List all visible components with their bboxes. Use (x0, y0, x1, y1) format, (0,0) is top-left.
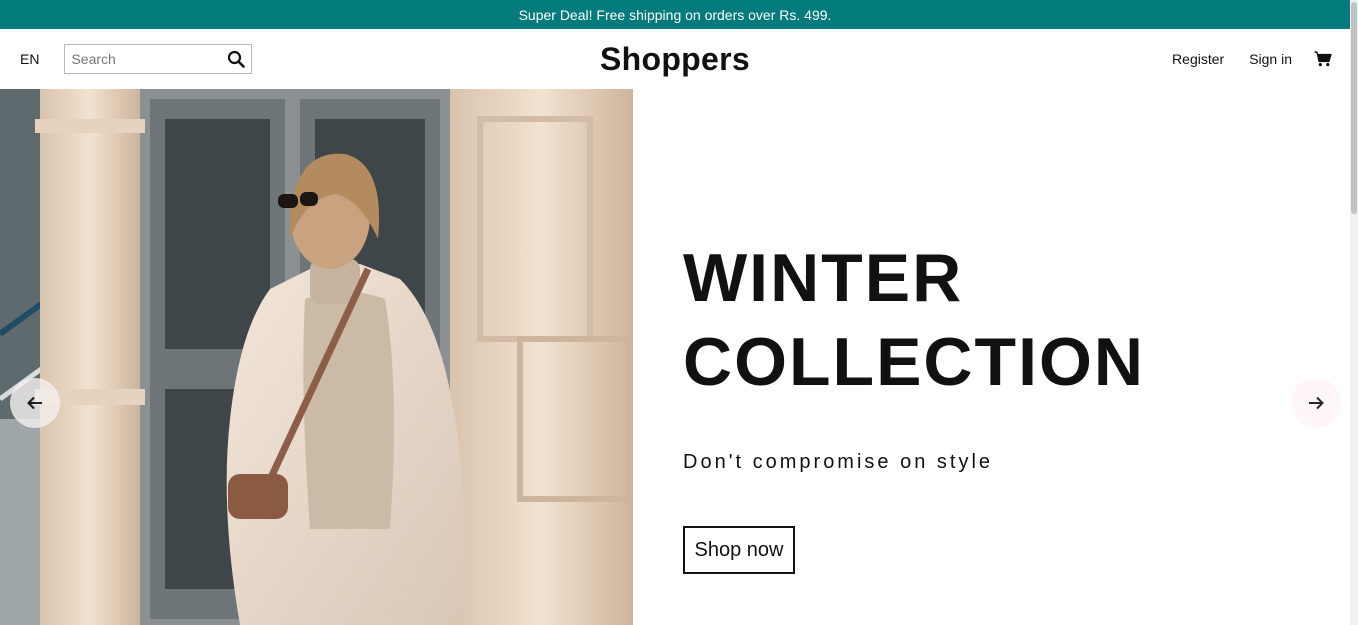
navbar-left: EN (0, 44, 253, 74)
scrollbar-thumb[interactable] (1351, 2, 1357, 214)
navbar-right: Register Sign in (1147, 29, 1332, 89)
search-container (64, 44, 253, 74)
hero-title-line-1: WINTER (683, 240, 964, 316)
language-selector[interactable]: EN (20, 51, 39, 67)
hero-image (0, 89, 633, 625)
search-icon[interactable] (227, 50, 246, 68)
page-scrollbar[interactable] (1350, 0, 1358, 625)
navbar: EN Shoppers Register Sign in (0, 29, 1350, 89)
slider-next-button[interactable] (1291, 378, 1341, 428)
hero-title-line-2: COLLECTION (683, 324, 1145, 400)
hero-photo-illustration (0, 89, 633, 625)
register-link[interactable]: Register (1172, 51, 1224, 67)
hero-slider: WINTER COLLECTION Don't compromise on st… (0, 89, 1350, 625)
announcement-text: Super Deal! Free shipping on orders over… (518, 6, 832, 23)
logo[interactable]: Shoppers (600, 41, 750, 78)
slider-prev-button[interactable] (10, 378, 60, 428)
sign-in-link[interactable]: Sign in (1249, 51, 1292, 67)
shop-now-button[interactable]: Shop now (683, 526, 795, 574)
announcement-bar: Super Deal! Free shipping on orders over… (0, 0, 1350, 29)
hero-text: WINTER COLLECTION Don't compromise on st… (683, 89, 1303, 625)
search-input[interactable] (71, 51, 222, 67)
arrow-left-icon (27, 396, 43, 410)
hero-title: WINTER COLLECTION (683, 236, 1303, 404)
hero-subtitle: Don't compromise on style (683, 451, 994, 473)
arrow-right-icon (1308, 396, 1324, 410)
cart-icon[interactable] (1314, 50, 1332, 68)
